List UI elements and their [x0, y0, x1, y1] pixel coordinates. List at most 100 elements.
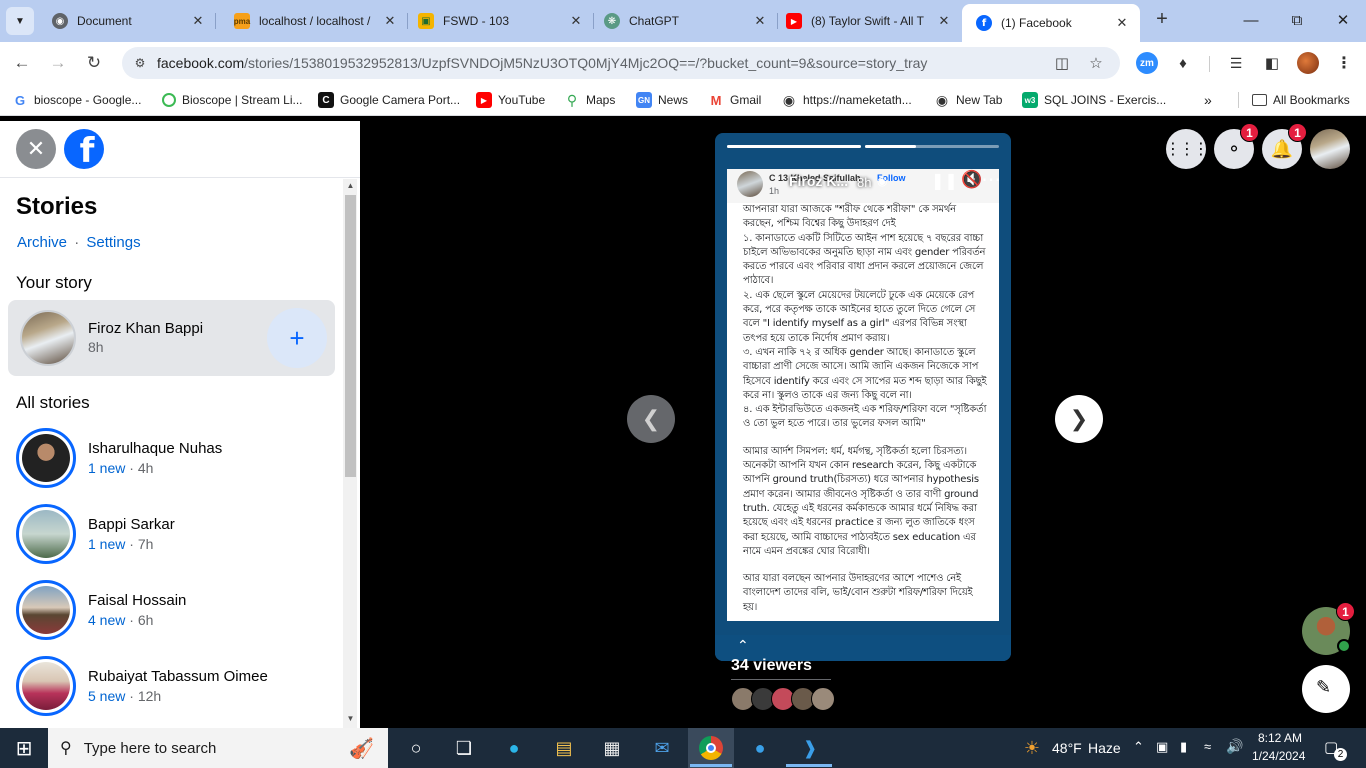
- tab-chatgpt[interactable]: ❋ ChatGPT ✕: [590, 4, 778, 38]
- close-icon: ✕: [26, 136, 46, 161]
- scroll-up-icon[interactable]: ▲: [345, 181, 356, 190]
- weather-desc[interactable]: Haze: [1088, 740, 1121, 756]
- story-card[interactable]: C 13 Khaled Saifullah Follow 1h আপনারা য…: [715, 133, 1011, 661]
- close-tab-icon[interactable]: ✕: [936, 13, 952, 29]
- profile-avatar[interactable]: [1297, 52, 1319, 74]
- previous-story-button[interactable]: ❮: [627, 395, 675, 443]
- bookmark-label: New Tab: [956, 93, 1003, 107]
- bookmark-item[interactable]: Bioscope | Stream Li...: [162, 91, 303, 109]
- tab-search-button[interactable]: ▼: [6, 7, 34, 35]
- scroll-down-icon[interactable]: ▼: [345, 714, 356, 723]
- tab-youtube[interactable]: ▶ (8) Taylor Swift - All T ✕: [772, 4, 962, 38]
- stories-panel: ✕ f Stories Archive · Settings Your stor…: [0, 121, 360, 728]
- show-hidden-icons-icon[interactable]: ⌃: [1133, 739, 1144, 755]
- facebook-logo[interactable]: f: [64, 129, 104, 169]
- taskbar-search[interactable]: ⚲ Type here to search 🎻: [48, 728, 388, 768]
- back-button[interactable]: ←: [9, 50, 35, 76]
- bookmark-star-icon[interactable]: ☆: [1086, 54, 1106, 74]
- story-list-item[interactable]: Faisal Hossain 4 new · 6h: [8, 573, 335, 649]
- meet-now-icon[interactable]: ▣: [1156, 739, 1168, 755]
- file-explorer-icon[interactable]: ▤: [550, 734, 578, 762]
- all-bookmarks[interactable]: All Bookmarks: [1252, 91, 1350, 109]
- clock-time[interactable]: 8:12 AM: [1258, 731, 1302, 745]
- tab-strip: ▼ ◉ Document ✕ pma localhost / localhost…: [0, 0, 1366, 42]
- story-list-item[interactable]: Bappi Sarkar 1 new · 7h: [8, 497, 335, 573]
- side-panel-icon[interactable]: ◧: [1261, 52, 1283, 74]
- volume-icon[interactable]: 🔊: [1226, 738, 1243, 755]
- restore-button[interactable]: ⧉: [1274, 0, 1320, 40]
- viewers-count[interactable]: 34 viewers: [731, 657, 812, 675]
- story-list-item[interactable]: Rubaiyat Tabassum Oimee 5 new · 12h: [8, 649, 335, 725]
- story-list-item[interactable]: Isharulhaque Nuhas 1 new · 4h: [8, 421, 335, 497]
- battery-icon[interactable]: ▮: [1180, 739, 1187, 755]
- bookmark-item[interactable]: ◉ New Tab: [934, 91, 1003, 109]
- zoom-extension-icon[interactable]: zm: [1136, 52, 1158, 74]
- more-options-icon[interactable]: ⋯: [981, 167, 1001, 192]
- bookmark-label: YouTube: [498, 93, 546, 107]
- weather-icon: ☀: [1023, 737, 1041, 758]
- edge-icon[interactable]: ●: [500, 734, 528, 762]
- reload-button[interactable]: ↻: [81, 50, 107, 76]
- archive-link[interactable]: Archive: [17, 234, 67, 251]
- tab-localhost[interactable]: pma localhost / localhost / ✕: [220, 4, 408, 38]
- cortana-icon[interactable]: ○: [402, 734, 430, 762]
- address-bar[interactable]: ⚙ facebook.com/stories/1538019532952813/…: [122, 47, 1120, 79]
- more-bookmarks-icon[interactable]: »: [1204, 91, 1212, 109]
- minimize-button[interactable]: —: [1228, 0, 1274, 40]
- task-view-icon[interactable]: ❏: [450, 734, 478, 762]
- wifi-icon[interactable]: ≈: [1204, 739, 1211, 754]
- extensions-icon[interactable]: ♦: [1172, 52, 1194, 74]
- close-tab-icon[interactable]: ✕: [568, 13, 584, 29]
- add-story-button[interactable]: +: [267, 308, 327, 368]
- bookmark-item[interactable]: C Google Camera Port...: [318, 91, 460, 109]
- start-button[interactable]: ⊞: [10, 734, 38, 762]
- story-ring: [16, 656, 76, 716]
- your-story-item[interactable]: Firoz Khan Bappi 8h +: [8, 300, 335, 376]
- pause-icon[interactable]: ❚❚: [931, 171, 958, 191]
- tab-facebook[interactable]: f (1) Facebook ✕: [962, 4, 1140, 42]
- phpmyadmin-icon: pma: [234, 13, 250, 29]
- menu-button[interactable]: ⋮⋮⋮: [1165, 129, 1209, 169]
- chevron-up-icon[interactable]: ⌃: [737, 637, 749, 654]
- store-icon[interactable]: ▦: [598, 734, 626, 762]
- install-app-icon[interactable]: ◫: [1052, 54, 1072, 74]
- url-text[interactable]: facebook.com/stories/1538019532952813/Uz…: [157, 55, 927, 71]
- close-stories-button[interactable]: ✕: [16, 129, 56, 169]
- close-window-button[interactable]: ✕: [1320, 0, 1366, 40]
- new-message-button[interactable]: ✎: [1302, 665, 1350, 713]
- close-tab-icon[interactable]: ✕: [1114, 15, 1130, 31]
- story-author-name: Bappi Sarkar: [88, 516, 175, 533]
- bookmark-item[interactable]: ▶ YouTube: [476, 91, 545, 109]
- weather-temp[interactable]: 48°F: [1052, 740, 1082, 756]
- settings-link[interactable]: Settings: [86, 234, 140, 251]
- forward-button[interactable]: →: [45, 50, 71, 76]
- next-story-button[interactable]: ❯: [1055, 395, 1103, 443]
- chrome-taskbar-button[interactable]: [688, 728, 734, 768]
- messenger-app-icon[interactable]: ●: [746, 734, 774, 762]
- close-tab-icon[interactable]: ✕: [382, 13, 398, 29]
- bookmark-item[interactable]: ⚲ Maps: [564, 91, 615, 109]
- panel-header: ✕ f: [0, 121, 360, 178]
- new-tab-button[interactable]: +: [1150, 8, 1174, 32]
- bookmark-item[interactable]: GN News: [636, 91, 688, 109]
- mute-icon[interactable]: 🔇: [961, 170, 982, 190]
- close-tab-icon[interactable]: ✕: [752, 13, 768, 29]
- vscode-icon[interactable]: ❱: [796, 734, 824, 762]
- scrollbar-thumb[interactable]: [345, 195, 356, 477]
- bookmark-item[interactable]: M Gmail: [708, 91, 762, 109]
- bioscope-icon: [162, 93, 176, 107]
- bookmark-item[interactable]: Gbioscope - Google...: [12, 91, 141, 109]
- tab-fswd[interactable]: ▣ FSWD - 103 ✕: [404, 4, 594, 38]
- mail-icon[interactable]: ✉: [648, 734, 676, 762]
- chrome-menu-icon[interactable]: ⋮: [1333, 52, 1355, 74]
- shared-post: C 13 Khaled Saifullah Follow 1h আপনারা য…: [727, 169, 999, 621]
- close-tab-icon[interactable]: ✕: [190, 13, 206, 29]
- bookmark-item[interactable]: w3 SQL JOINS - Exercis...: [1022, 91, 1166, 109]
- bookmark-item[interactable]: ◉ https://nameketath...: [781, 91, 912, 109]
- media-control-icon[interactable]: ☰: [1225, 52, 1247, 74]
- clock-date[interactable]: 1/24/2024: [1252, 749, 1305, 763]
- viewer-avatars[interactable]: [731, 687, 841, 713]
- site-info-icon[interactable]: ⚙: [130, 53, 150, 73]
- account-avatar[interactable]: [1310, 129, 1350, 169]
- tab-document[interactable]: ◉ Document ✕: [38, 4, 216, 38]
